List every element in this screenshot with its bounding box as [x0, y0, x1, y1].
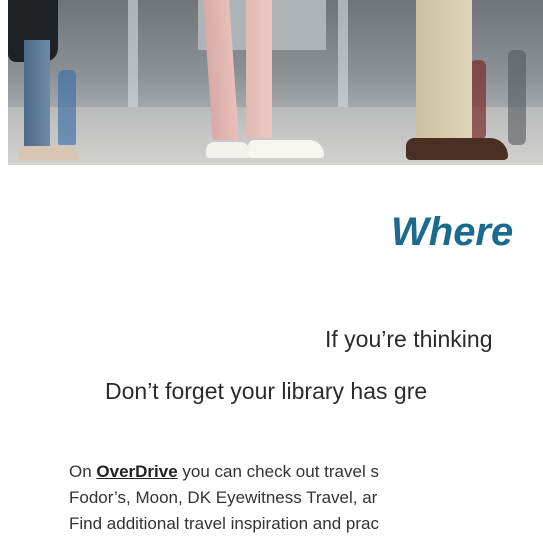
- body-paragraph: On OverDrive you can check out travel s …: [69, 459, 543, 537]
- hero-leg: [416, 0, 472, 142]
- hero-pillar: [338, 0, 348, 120]
- overdrive-link[interactable]: OverDrive: [96, 462, 177, 481]
- hero-shoe: [206, 142, 250, 158]
- hero-photo: [8, 0, 543, 165]
- hero-leg: [246, 0, 272, 138]
- body-line-3: Find additional travel inspiration and p…: [69, 514, 379, 533]
- body-line-1-suffix: you can check out travel s: [177, 462, 379, 481]
- hero-leg: [24, 40, 50, 152]
- hero-shoe: [248, 140, 324, 158]
- body-line-1: On OverDrive you can check out travel s: [69, 459, 543, 485]
- section-heading: Where: [391, 210, 514, 254]
- intro-line-1: If you’re thinking: [325, 326, 493, 352]
- newsletter-page: Where If you’re thinking Don’t forget yo…: [0, 0, 543, 555]
- hero-background-person: [58, 70, 76, 145]
- intro-line-2: Don’t forget your library has gre: [105, 378, 428, 404]
- body-line-2: Fodor’s, Moon, DK Eyewitness Travel, ar: [69, 488, 378, 507]
- hero-background-person: [508, 50, 526, 145]
- hero-background-person: [470, 60, 486, 140]
- hero-shoe: [406, 138, 508, 160]
- hero-pillar: [128, 0, 138, 120]
- hero-shoe: [18, 146, 80, 160]
- body-line-1-prefix: On: [69, 462, 97, 481]
